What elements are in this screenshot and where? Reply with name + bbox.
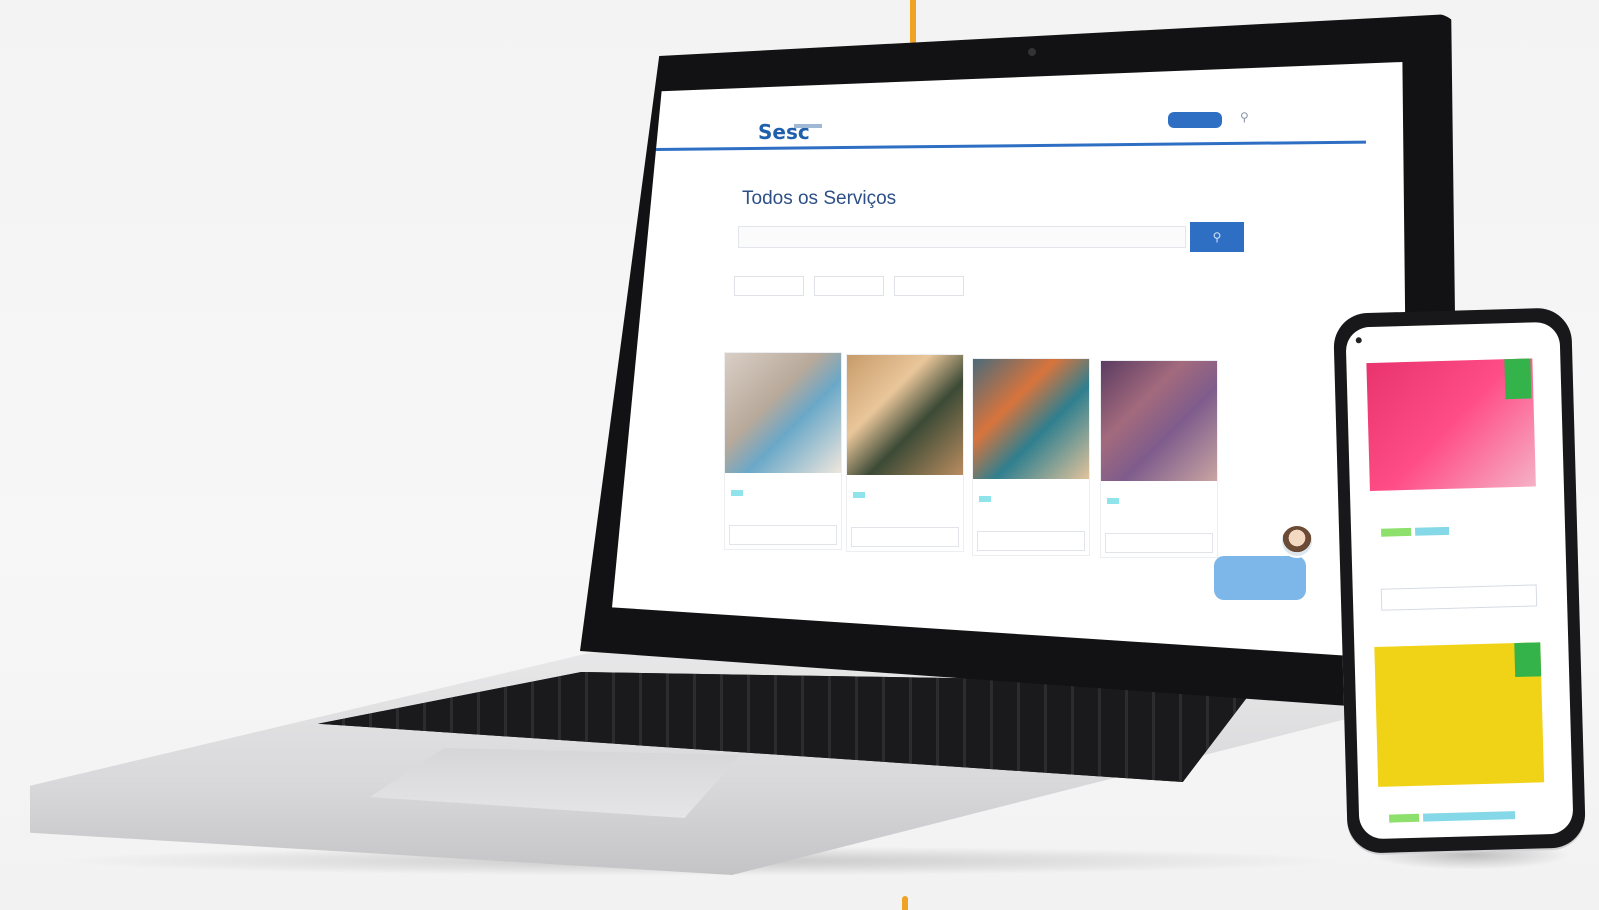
card-image: [847, 355, 963, 475]
phone-card-tag: [1422, 811, 1516, 822]
card-image: [973, 359, 1089, 479]
phone-card-tag: [1415, 526, 1450, 536]
filter-select[interactable]: [734, 276, 804, 296]
marketing-device-mockup: Sesc ⚲ Todos os Serviços ⚲: [0, 0, 1599, 910]
card-image: [725, 353, 841, 473]
phone-card-tag: [1389, 813, 1420, 823]
phone-card-button[interactable]: [1380, 584, 1538, 611]
card-button[interactable]: [977, 531, 1085, 551]
card-badge: [731, 490, 743, 496]
search-icon[interactable]: ⚲: [1240, 110, 1249, 124]
filter-select[interactable]: [814, 276, 884, 296]
card-button[interactable]: [1105, 533, 1213, 553]
age-rating-badge: [1504, 358, 1532, 400]
accent-line-bottom: [902, 896, 908, 910]
card-button[interactable]: [851, 527, 959, 547]
logo-tagline: [794, 124, 822, 128]
phone-card-title: [1380, 501, 1520, 505]
filter-bar: [734, 276, 994, 296]
age-rating-badge: [1514, 642, 1542, 678]
phone: [1333, 307, 1586, 854]
phone-camera: [1355, 337, 1362, 344]
laptop-screen: Sesc ⚲ Todos os Serviços ⚲: [612, 62, 1409, 660]
search-input[interactable]: [738, 226, 1186, 248]
chat-widget[interactable]: [1214, 556, 1306, 600]
page-title: Todos os Serviços: [742, 188, 897, 209]
search-button[interactable]: ⚲: [1190, 222, 1244, 252]
chat-avatar[interactable]: [1280, 524, 1314, 558]
phone-card-tag: [1381, 527, 1412, 537]
service-card[interactable]: [724, 352, 842, 550]
card-badge: [853, 492, 865, 498]
nav-cta-button[interactable]: [1168, 112, 1222, 128]
card-badge: [979, 496, 991, 502]
card-badge: [1107, 498, 1119, 504]
service-card[interactable]: [846, 354, 964, 552]
filter-select[interactable]: [894, 276, 964, 296]
card-image: [1101, 361, 1217, 481]
laptop-camera: [1028, 48, 1036, 56]
accent-line-top: [910, 0, 916, 44]
card-button[interactable]: [729, 525, 837, 545]
phone-screen: [1345, 321, 1574, 840]
service-card[interactable]: [1100, 360, 1218, 558]
service-card[interactable]: [972, 358, 1090, 556]
